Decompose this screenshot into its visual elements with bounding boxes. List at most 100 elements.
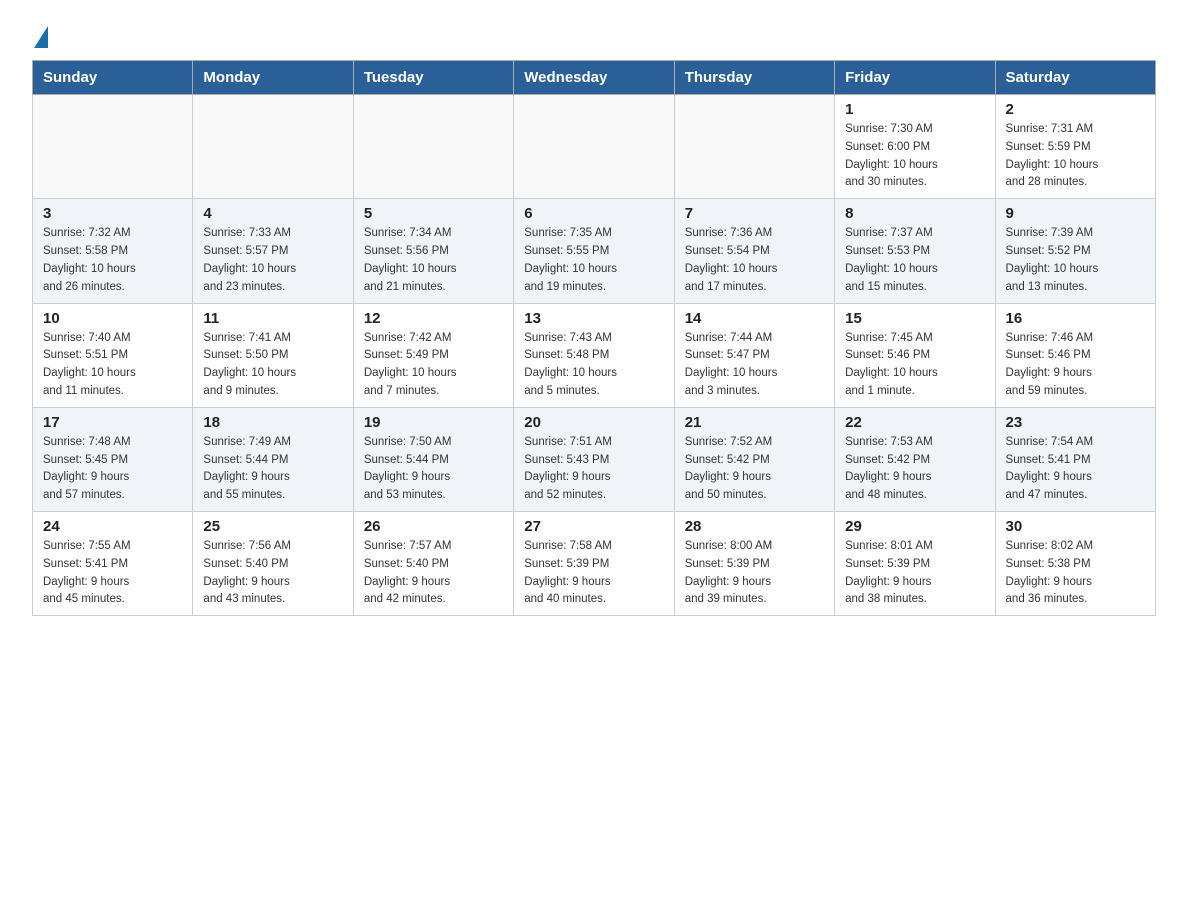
calendar-day-cell [674, 95, 834, 199]
weekday-header-wednesday: Wednesday [514, 61, 674, 95]
day-number: 12 [364, 310, 503, 327]
day-info: Sunrise: 7:33 AM Sunset: 5:57 PM Dayligh… [203, 225, 342, 296]
day-info: Sunrise: 7:44 AM Sunset: 5:47 PM Dayligh… [685, 330, 824, 401]
calendar-day-cell: 8Sunrise: 7:37 AM Sunset: 5:53 PM Daylig… [835, 199, 995, 303]
day-number: 25 [203, 518, 342, 535]
calendar-day-cell: 3Sunrise: 7:32 AM Sunset: 5:58 PM Daylig… [33, 199, 193, 303]
calendar-day-cell: 6 Sunrise: 7:35 AM Sunset: 5:55 PM Daylig… [514, 199, 674, 303]
calendar-day-cell [353, 95, 513, 199]
weekday-header-sunday: Sunday [33, 61, 193, 95]
calendar-day-cell [514, 95, 674, 199]
calendar-day-cell: 16Sunrise: 7:46 AM Sunset: 5:46 PM Dayli… [995, 303, 1155, 407]
day-info: Sunrise: 7:40 AM Sunset: 5:51 PM Dayligh… [43, 330, 182, 401]
calendar-day-cell: 4 Sunrise: 7:33 AM Sunset: 5:57 PM Daylig… [193, 199, 353, 303]
day-info: Sunrise: 8:02 AM Sunset: 5:38 PM Dayligh… [1006, 538, 1145, 609]
calendar-day-cell: 5 Sunrise: 7:34 AM Sunset: 5:56 PM Daylig… [353, 199, 513, 303]
day-number: 13 [524, 310, 663, 327]
day-info: Sunrise: 7:37 AM Sunset: 5:53 PM Dayligh… [845, 225, 984, 296]
weekday-header-thursday: Thursday [674, 61, 834, 95]
calendar-day-cell: 21 Sunrise: 7:52 AM Sunset: 5:42 PM Dayli… [674, 407, 834, 511]
day-number: 14 [685, 310, 824, 327]
day-number: 23 [1006, 414, 1145, 431]
calendar-day-cell: 22 Sunrise: 7:53 AM Sunset: 5:42 PM Dayli… [835, 407, 995, 511]
calendar-week-row: 24 Sunrise: 7:55 AM Sunset: 5:41 PM Dayli… [33, 512, 1156, 616]
day-number: 1 [845, 101, 984, 118]
day-info: Sunrise: 7:32 AM Sunset: 5:58 PM Dayligh… [43, 225, 182, 296]
day-number: 17 [43, 414, 182, 431]
day-number: 4 [203, 205, 342, 222]
calendar-day-cell: 1 Sunrise: 7:30 AM Sunset: 6:00 PM Daylig… [835, 95, 995, 199]
calendar-day-cell: 11 Sunrise: 7:41 AM Sunset: 5:50 PM Dayli… [193, 303, 353, 407]
day-info: Sunrise: 7:39 AM Sunset: 5:52 PM Dayligh… [1006, 225, 1145, 296]
day-info: Sunrise: 7:56 AM Sunset: 5:40 PM Dayligh… [203, 538, 342, 609]
day-info: Sunrise: 7:30 AM Sunset: 6:00 PM Dayligh… [845, 121, 984, 192]
day-info: Sunrise: 7:41 AM Sunset: 5:50 PM Dayligh… [203, 330, 342, 401]
calendar-day-cell: 9 Sunrise: 7:39 AM Sunset: 5:52 PM Daylig… [995, 199, 1155, 303]
day-info: Sunrise: 8:01 AM Sunset: 5:39 PM Dayligh… [845, 538, 984, 609]
calendar-week-row: 10 Sunrise: 7:40 AM Sunset: 5:51 PM Dayli… [33, 303, 1156, 407]
calendar-day-cell: 20 Sunrise: 7:51 AM Sunset: 5:43 PM Dayli… [514, 407, 674, 511]
day-info: Sunrise: 7:58 AM Sunset: 5:39 PM Dayligh… [524, 538, 663, 609]
day-number: 10 [43, 310, 182, 327]
calendar-day-cell: 26Sunrise: 7:57 AM Sunset: 5:40 PM Dayli… [353, 512, 513, 616]
calendar-day-cell: 30 Sunrise: 8:02 AM Sunset: 5:38 PM Dayli… [995, 512, 1155, 616]
day-number: 9 [1006, 205, 1145, 222]
calendar-day-cell: 10 Sunrise: 7:40 AM Sunset: 5:51 PM Dayli… [33, 303, 193, 407]
day-info: Sunrise: 8:00 AM Sunset: 5:39 PM Dayligh… [685, 538, 824, 609]
day-number: 22 [845, 414, 984, 431]
day-info: Sunrise: 7:36 AM Sunset: 5:54 PM Dayligh… [685, 225, 824, 296]
calendar-day-cell: 13Sunrise: 7:43 AM Sunset: 5:48 PM Dayli… [514, 303, 674, 407]
day-info: Sunrise: 7:51 AM Sunset: 5:43 PM Dayligh… [524, 434, 663, 505]
day-number: 18 [203, 414, 342, 431]
day-info: Sunrise: 7:35 AM Sunset: 5:55 PM Dayligh… [524, 225, 663, 296]
calendar-day-cell: 28 Sunrise: 8:00 AM Sunset: 5:39 PM Dayli… [674, 512, 834, 616]
weekday-header-friday: Friday [835, 61, 995, 95]
day-info: Sunrise: 7:57 AM Sunset: 5:40 PM Dayligh… [364, 538, 503, 609]
calendar-day-cell: 19Sunrise: 7:50 AM Sunset: 5:44 PM Dayli… [353, 407, 513, 511]
calendar-day-cell: 15 Sunrise: 7:45 AM Sunset: 5:46 PM Dayli… [835, 303, 995, 407]
weekday-header-tuesday: Tuesday [353, 61, 513, 95]
calendar-day-cell: 12 Sunrise: 7:42 AM Sunset: 5:49 PM Dayli… [353, 303, 513, 407]
calendar-table: SundayMondayTuesdayWednesdayThursdayFrid… [32, 60, 1156, 616]
day-number: 11 [203, 310, 342, 327]
calendar-day-cell [33, 95, 193, 199]
logo-triangle-icon [34, 26, 48, 48]
day-number: 28 [685, 518, 824, 535]
weekday-header-saturday: Saturday [995, 61, 1155, 95]
calendar-week-row: 17 Sunrise: 7:48 AM Sunset: 5:45 PM Dayli… [33, 407, 1156, 511]
day-info: Sunrise: 7:31 AM Sunset: 5:59 PM Dayligh… [1006, 121, 1145, 192]
calendar-day-cell: 7 Sunrise: 7:36 AM Sunset: 5:54 PM Daylig… [674, 199, 834, 303]
day-number: 30 [1006, 518, 1145, 535]
calendar-day-cell: 2 Sunrise: 7:31 AM Sunset: 5:59 PM Daylig… [995, 95, 1155, 199]
day-info: Sunrise: 7:46 AM Sunset: 5:46 PM Dayligh… [1006, 330, 1145, 401]
day-number: 6 [524, 205, 663, 222]
day-number: 19 [364, 414, 503, 431]
weekday-header-row: SundayMondayTuesdayWednesdayThursdayFrid… [33, 61, 1156, 95]
day-info: Sunrise: 7:52 AM Sunset: 5:42 PM Dayligh… [685, 434, 824, 505]
day-number: 20 [524, 414, 663, 431]
calendar-day-cell: 29 Sunrise: 8:01 AM Sunset: 5:39 PM Dayli… [835, 512, 995, 616]
day-info: Sunrise: 7:53 AM Sunset: 5:42 PM Dayligh… [845, 434, 984, 505]
day-info: Sunrise: 7:45 AM Sunset: 5:46 PM Dayligh… [845, 330, 984, 401]
day-number: 21 [685, 414, 824, 431]
weekday-header-monday: Monday [193, 61, 353, 95]
day-number: 27 [524, 518, 663, 535]
day-number: 5 [364, 205, 503, 222]
day-number: 15 [845, 310, 984, 327]
day-info: Sunrise: 7:55 AM Sunset: 5:41 PM Dayligh… [43, 538, 182, 609]
calendar-day-cell: 17 Sunrise: 7:48 AM Sunset: 5:45 PM Dayli… [33, 407, 193, 511]
day-info: Sunrise: 7:49 AM Sunset: 5:44 PM Dayligh… [203, 434, 342, 505]
page-header [32, 24, 1156, 44]
day-number: 2 [1006, 101, 1145, 118]
calendar-day-cell: 14 Sunrise: 7:44 AM Sunset: 5:47 PM Dayli… [674, 303, 834, 407]
calendar-day-cell: 27 Sunrise: 7:58 AM Sunset: 5:39 PM Dayli… [514, 512, 674, 616]
day-info: Sunrise: 7:48 AM Sunset: 5:45 PM Dayligh… [43, 434, 182, 505]
day-number: 29 [845, 518, 984, 535]
day-info: Sunrise: 7:42 AM Sunset: 5:49 PM Dayligh… [364, 330, 503, 401]
calendar-day-cell: 24 Sunrise: 7:55 AM Sunset: 5:41 PM Dayli… [33, 512, 193, 616]
day-number: 24 [43, 518, 182, 535]
day-number: 7 [685, 205, 824, 222]
calendar-day-cell [193, 95, 353, 199]
day-info: Sunrise: 7:34 AM Sunset: 5:56 PM Dayligh… [364, 225, 503, 296]
calendar-day-cell: 23Sunrise: 7:54 AM Sunset: 5:41 PM Dayli… [995, 407, 1155, 511]
